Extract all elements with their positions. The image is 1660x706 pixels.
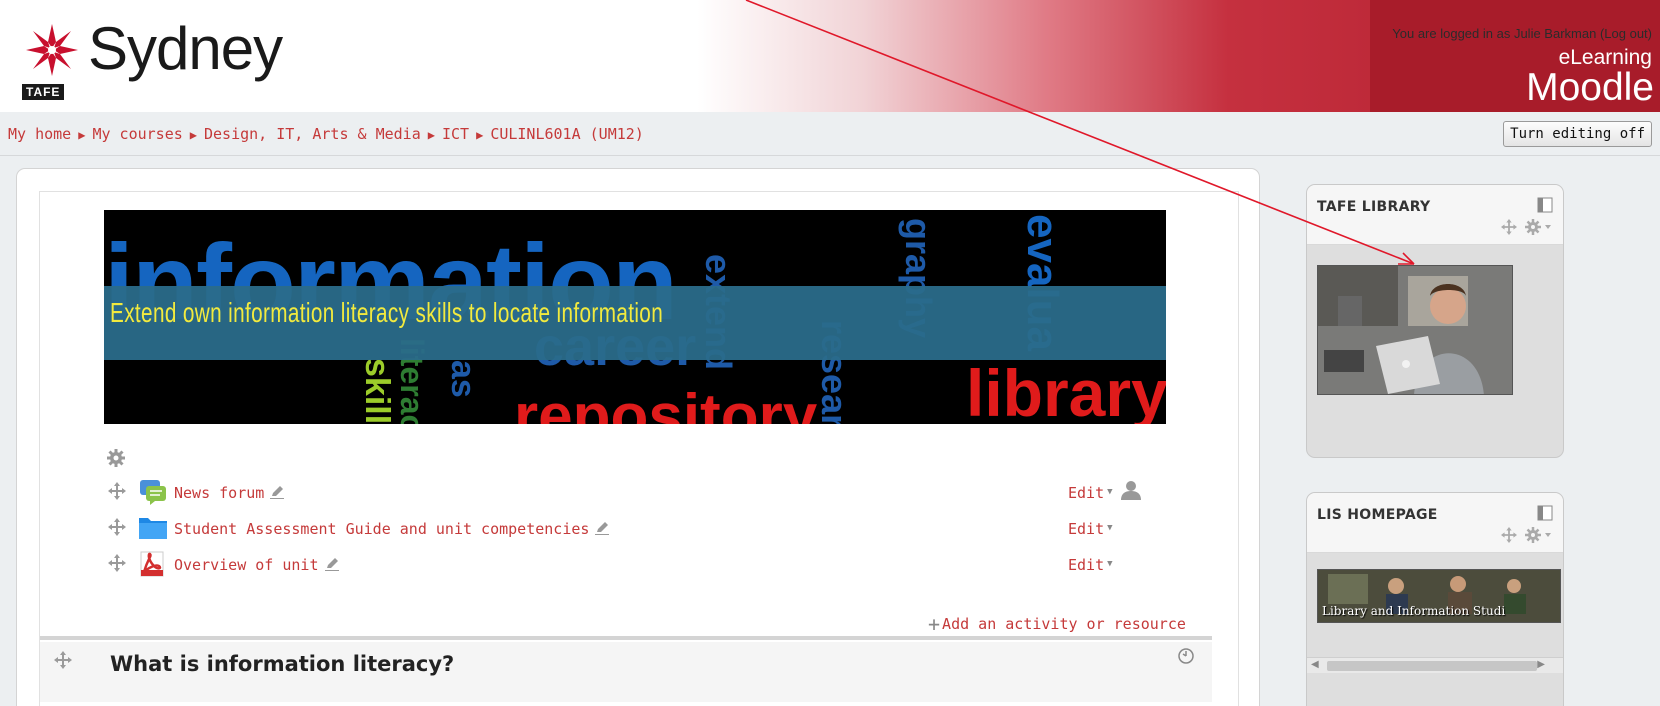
- banner-word: repository: [514, 382, 818, 425]
- activity-name: News forum: [174, 484, 265, 502]
- add-activity-label: Add an activity or resource: [942, 615, 1186, 633]
- brand-moodle: Moodle: [1526, 66, 1654, 109]
- dock-block-icon[interactable]: [1537, 505, 1553, 521]
- activity-link-overview[interactable]: Overview of unit: [174, 556, 339, 574]
- breadcrumb-separator: ▶: [427, 128, 435, 142]
- course-section-1: What is information literacy?: [40, 642, 1212, 702]
- plus-icon: +: [928, 612, 941, 636]
- edit-label: Edit: [1068, 484, 1105, 502]
- block-actions-gear-icon[interactable]: [1525, 527, 1553, 543]
- activity-name: Overview of unit: [174, 556, 319, 574]
- scroll-left-icon[interactable]: ◀: [1311, 659, 1319, 670]
- login-prefix: You are logged in as: [1392, 26, 1511, 41]
- block-lis-homepage: LIS HOMEPAGE Library and Information Stu…: [1306, 492, 1564, 706]
- move-handle-icon[interactable]: [108, 518, 126, 536]
- breadcrumb: My home ▶ My courses ▶ Design, IT, Arts & Me…: [8, 125, 644, 143]
- move-block-icon[interactable]: [1501, 219, 1517, 235]
- dock-block-icon[interactable]: [1537, 197, 1553, 213]
- section-divider: [40, 636, 1212, 640]
- breadcrumb-my-home[interactable]: My home: [8, 125, 71, 143]
- caret-down-icon: ▼: [1107, 523, 1113, 533]
- move-handle-icon[interactable]: [108, 482, 126, 500]
- activity-edit-menu[interactable]: Edit ▼: [1068, 520, 1113, 538]
- caret-down-icon: ▼: [1107, 487, 1113, 497]
- activity-row: Overview of unit Edit ▼: [104, 548, 1168, 580]
- highlight-clock-icon[interactable]: [1176, 646, 1196, 666]
- page-header: Sydney TAFE You are logged in as Julie B…: [0, 0, 1660, 112]
- activity-link-assessment-guide[interactable]: Student Assessment Guide and unit compet…: [174, 520, 610, 538]
- login-info: You are logged in as Julie Barkman (Log …: [1392, 26, 1652, 41]
- scrollbar-thumb[interactable]: [1327, 661, 1537, 671]
- logo-badge: TAFE: [22, 84, 65, 100]
- tafe-flower-logo-icon: [26, 24, 78, 76]
- logo-wordmark: Sydney: [88, 15, 283, 82]
- move-block-icon[interactable]: [1501, 527, 1517, 543]
- breadcrumb-separator: ▶: [78, 128, 86, 142]
- turn-editing-off-button[interactable]: Turn editing off: [1503, 121, 1652, 147]
- edit-title-pencil-icon[interactable]: [324, 557, 339, 571]
- activity-name: Student Assessment Guide and unit compet…: [174, 520, 590, 538]
- breadcrumb-category[interactable]: Design, IT, Arts & Media: [204, 125, 421, 143]
- banner-word: as: [444, 360, 482, 398]
- block-actions-gear-icon[interactable]: [1525, 219, 1553, 235]
- breadcrumb-my-courses[interactable]: My courses: [92, 125, 182, 143]
- logout-link[interactable]: (Log out): [1600, 26, 1652, 41]
- banner-caption: Extend own information literacy skills t…: [110, 297, 664, 328]
- add-activity-button[interactable]: + Add an activity or resource: [928, 612, 1186, 636]
- breadcrumb-separator: ▶: [476, 128, 484, 142]
- assign-roles-person-icon[interactable]: [1120, 479, 1142, 501]
- section-title: What is information literacy?: [110, 652, 455, 676]
- scroll-right-icon[interactable]: ▶: [1537, 659, 1545, 670]
- course-section-0: information career library repository ex…: [39, 191, 1239, 706]
- edit-title-pencil-icon[interactable]: [270, 485, 285, 499]
- activity-edit-menu[interactable]: Edit ▼: [1068, 484, 1113, 502]
- student-laptop-illustration: [1318, 266, 1512, 394]
- lis-banner-caption: Library and Information Studi: [1322, 604, 1506, 618]
- folder-icon: [139, 518, 167, 539]
- activity-row: Student Assessment Guide and unit compet…: [104, 512, 1168, 544]
- block-header: LIS HOMEPAGE: [1307, 493, 1563, 553]
- user-profile-link[interactable]: Julie Barkman: [1514, 26, 1596, 41]
- horizontal-scrollbar[interactable]: ◀ ▶: [1307, 657, 1563, 673]
- edit-label: Edit: [1068, 556, 1105, 574]
- forum-icon: [140, 480, 166, 505]
- edit-label: Edit: [1068, 520, 1105, 538]
- activity-row: News forum Edit ▼: [104, 476, 1168, 508]
- move-handle-icon[interactable]: [54, 651, 72, 669]
- move-handle-icon[interactable]: [108, 554, 126, 572]
- caret-down-icon: ▼: [1107, 559, 1113, 569]
- lis-homepage-banner-link[interactable]: Library and Information Studi: [1317, 569, 1561, 623]
- section-settings-gear-icon[interactable]: [106, 448, 126, 468]
- pdf-icon: [140, 551, 164, 577]
- breadcrumb-course[interactable]: CULINL601A (UM12): [490, 125, 644, 143]
- site-logo[interactable]: Sydney TAFE: [22, 15, 312, 100]
- course-banner-image: information career library repository ex…: [104, 210, 1166, 424]
- banner-word: library: [966, 356, 1166, 424]
- activity-link-news-forum[interactable]: News forum: [174, 484, 285, 502]
- navigation-bar: My home ▶ My courses ▶ Design, IT, Arts & Me…: [0, 112, 1660, 156]
- block-tafe-library: TAFE LIBRARY: [1306, 184, 1564, 458]
- edit-title-pencil-icon[interactable]: [595, 521, 610, 535]
- block-title: TAFE LIBRARY: [1317, 199, 1431, 215]
- block-header: TAFE LIBRARY: [1307, 185, 1563, 245]
- banner-word: skills: [358, 358, 396, 424]
- breadcrumb-separator: ▶: [189, 128, 197, 142]
- course-content-region: information career library repository ex…: [16, 168, 1260, 706]
- activity-edit-menu[interactable]: Edit ▼: [1068, 556, 1113, 574]
- block-title: LIS HOMEPAGE: [1317, 507, 1438, 523]
- library-student-photo[interactable]: [1317, 265, 1513, 395]
- breadcrumb-ict[interactable]: ICT: [442, 125, 469, 143]
